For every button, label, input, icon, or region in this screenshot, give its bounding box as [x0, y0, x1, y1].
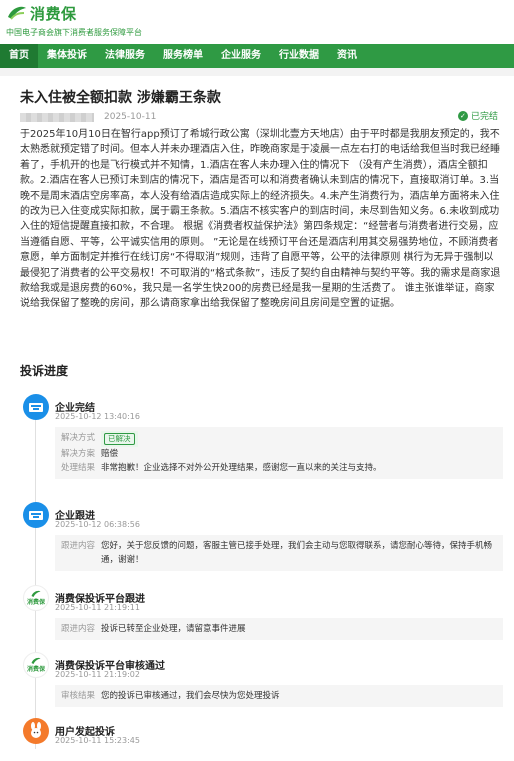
step-time: 2025-10-11 21:19:02 — [55, 670, 140, 679]
leaf-logo-icon — [6, 5, 28, 23]
platform-logo-icon: 消费保 — [23, 585, 49, 611]
status-badge: ✓ 已完结 — [457, 109, 498, 122]
nav-industry-data[interactable]: 行业数据 — [270, 44, 328, 68]
row-key: 跟进内容 — [61, 624, 96, 634]
row-value: 您好，关于您反馈的问题，客服主管已接手处理，我们会主动与您取得联系，请您耐心等待… — [101, 541, 493, 565]
row-value: 您的投诉已审核通过，我们会尽快为您处理投诉 — [101, 691, 280, 701]
timeline-connector — [35, 416, 36, 749]
check-circle-icon: ✓ — [457, 110, 468, 121]
step-time: 2025-10-12 13:40:16 — [55, 412, 140, 421]
author-name-redacted — [20, 113, 94, 122]
nav-group-complaint[interactable]: 集体投诉 — [38, 44, 96, 68]
main-nav: 首页 集体投诉 法律服务 服务榜单 企业服务 行业数据 资讯 — [0, 44, 514, 68]
site-tagline: 中国电子商会旗下消费者服务保障平台 — [6, 28, 142, 37]
complaint-date: 2025-10-11 — [104, 112, 157, 122]
company-icon — [23, 502, 49, 528]
status-label: 已完结 — [470, 112, 498, 122]
company-icon — [23, 394, 49, 420]
step-time: 2025-10-11 15:23:45 — [55, 736, 140, 745]
step-details: 审核结果 您的投诉已审核通过，我们会尽快为您处理投诉 — [55, 685, 503, 707]
brand-name: 消费保 — [30, 5, 77, 23]
nav-ranking[interactable]: 服务榜单 — [154, 44, 212, 68]
row-key: 处理结果 — [61, 463, 96, 473]
row-key: 跟进内容 — [61, 541, 96, 551]
step-details: 解决方式 已解决 解决方案 赔偿 处理结果 非常抱歉！企业选择不对外公开处理结果，感谢… — [55, 427, 503, 479]
platform-logo-text: 消费保 — [26, 666, 45, 673]
row-key: 解决方案 — [61, 449, 96, 459]
site-header: 消费保 中国电子商会旗下消费者服务保障平台 — [0, 0, 514, 44]
complaint-meta: 2025-10-11 ✓ 已完结 — [20, 109, 500, 124]
row-value: 非常抱歉！企业选择不对外公开处理结果，感谢您一直以来的关注与支持。 — [101, 463, 382, 473]
platform-logo-text: 消费保 — [26, 599, 45, 606]
nav-enterprise[interactable]: 企业服务 — [212, 44, 270, 68]
user-avatar-icon — [23, 718, 49, 744]
nav-legal[interactable]: 法律服务 — [96, 44, 154, 68]
row-value: 赔偿 — [101, 449, 119, 459]
nav-home[interactable]: 首页 — [0, 44, 38, 68]
progress-title: 投诉进度 — [20, 364, 69, 378]
platform-logo-icon: 消费保 — [23, 652, 49, 678]
complaint-body: 于2025年10月10日在智行app预订了希城行政公寓（深圳北壹方天地店）由于平… — [20, 129, 501, 310]
nav-news[interactable]: 资讯 — [328, 44, 366, 68]
complaint-title: 未入住被全额扣款 涉嫌霸王条款 — [20, 90, 221, 106]
site-logo[interactable]: 消费保 — [6, 3, 77, 24]
resolved-badge: 已解决 — [104, 433, 135, 445]
step-details: 跟进内容 投诉已转至企业处理，请留意事件进展 — [55, 618, 503, 640]
row-value: 投诉已转至企业处理，请留意事件进展 — [101, 624, 246, 634]
row-key: 解决方式 — [61, 433, 96, 443]
step-details: 跟进内容 您好，关于您反馈的问题，客服主管已接手处理，我们会主动与您取得联系，请您… — [55, 535, 503, 571]
row-key: 审核结果 — [61, 691, 96, 701]
step-time: 2025-10-11 21:19:11 — [55, 603, 140, 612]
divider — [0, 68, 514, 76]
step-time: 2025-10-12 06:38:56 — [55, 520, 140, 529]
